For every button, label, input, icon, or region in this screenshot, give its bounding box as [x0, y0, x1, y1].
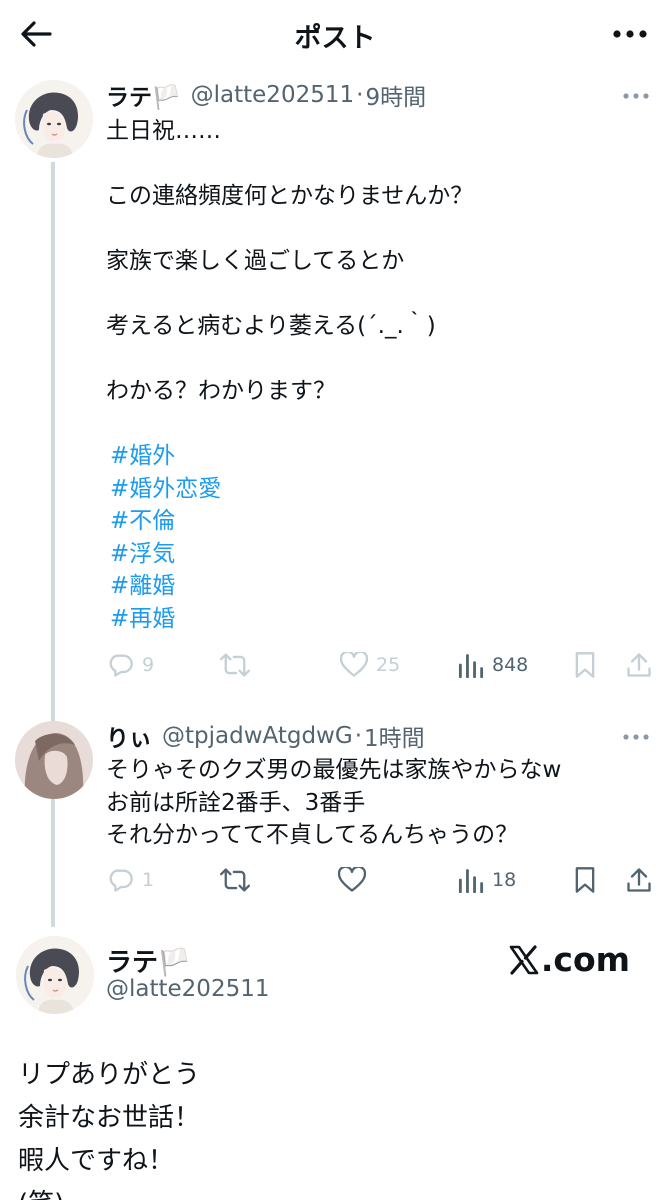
thread-line: [51, 162, 55, 927]
retweet-icon: [220, 868, 250, 892]
tweet-menu-button[interactable]: [618, 727, 654, 747]
tweet-line: わかる？わかります？: [106, 378, 336, 404]
author-handle[interactable]: @tpjadwAtgdwG: [162, 723, 353, 749]
author-name[interactable]: りぃ: [106, 719, 152, 753]
hashtag-link[interactable]: #婚外恋愛: [106, 473, 646, 506]
tweet-line: そりゃそのクズ男の最優先は家族やからなw: [106, 757, 562, 783]
retweet-button[interactable]: [220, 862, 250, 898]
reply-count: 9: [142, 654, 155, 676]
avatar[interactable]: [15, 80, 93, 158]
tweet-line: この連絡頻度何とかなりませんか？: [106, 183, 474, 209]
site-label: .com: [540, 940, 630, 979]
views-icon: [458, 654, 484, 678]
tweet-actions: 9 25 848: [106, 647, 652, 683]
separator: ·: [354, 723, 363, 749]
more-options-button[interactable]: [612, 24, 648, 44]
x-com-watermark: .com: [509, 940, 630, 979]
retweet-icon: [220, 653, 250, 677]
avatar-photo-icon: [15, 721, 93, 799]
share-button[interactable]: [626, 862, 652, 898]
author-handle[interactable]: @latte202511: [191, 82, 354, 108]
tweet-actions: 1 18: [106, 862, 652, 898]
separator: ·: [356, 82, 364, 108]
tweet-line: 家族で楽しく過ごしてるとか: [106, 248, 405, 274]
x-logo-icon: [509, 944, 539, 975]
retweet-button[interactable]: [220, 647, 250, 683]
avatar[interactable]: [15, 721, 93, 799]
avatar[interactable]: [16, 936, 94, 1014]
more-icon: [613, 30, 647, 38]
post-line: (笑): [18, 1183, 200, 1200]
hashtag-link[interactable]: #浮気: [106, 538, 646, 571]
reply-icon: [109, 869, 133, 892]
author-handle[interactable]: @latte202511: [106, 976, 269, 1002]
bookmark-icon: [575, 652, 595, 678]
reply-button[interactable]: 9: [106, 647, 154, 683]
author-name[interactable]: ラテ🏳️: [106, 942, 190, 979]
reply-button[interactable]: 1: [106, 862, 154, 898]
avatar-illustration-icon: [15, 80, 93, 158]
like-icon: [340, 652, 368, 677]
views-button[interactable]: 848: [458, 647, 528, 683]
views-button[interactable]: 18: [458, 862, 516, 898]
tweet-line: それ分かってて不貞してるんちゃうの？: [106, 822, 519, 848]
tweet-menu-button[interactable]: [618, 86, 654, 106]
bookmark-button[interactable]: [574, 862, 596, 898]
bookmark-icon: [575, 867, 595, 893]
post-line: 余計なお世話！: [18, 1103, 201, 1133]
tweet-text: 土日祝…… この連絡頻度何とかなりませんか？ 家族で楽しく過ごしてるとか 考える…: [106, 115, 646, 635]
post-line: リプありがとう: [18, 1060, 201, 1090]
share-icon: [627, 653, 651, 677]
reply-icon: [109, 654, 133, 677]
share-button[interactable]: [626, 647, 652, 683]
top-bar: ポスト: [0, 0, 670, 66]
more-icon: [623, 93, 649, 99]
hashtag-link[interactable]: #再婚: [106, 603, 646, 636]
like-button[interactable]: 25: [340, 647, 400, 683]
timestamp[interactable]: 9時間: [365, 78, 426, 112]
hashtag-link[interactable]: #不倫: [106, 505, 646, 538]
post-line: 暇人ですね！: [18, 1146, 175, 1176]
post-text: リプありがとう 余計なお世話！ 暇人ですね！ (笑): [18, 1054, 200, 1200]
hashtag-link[interactable]: #離婚: [106, 570, 646, 603]
timestamp[interactable]: 1時間: [364, 719, 425, 753]
more-icon: [623, 734, 649, 740]
reply-count: 1: [142, 869, 155, 891]
tweet-header: りぃ @tpjadwAtgdwG · 1時間: [106, 719, 425, 753]
bookmark-button[interactable]: [574, 647, 596, 683]
like-count: 25: [376, 654, 401, 676]
author-name[interactable]: ラテ🏳️: [106, 78, 181, 112]
avatar-illustration-icon: [16, 936, 94, 1014]
like-button[interactable]: [338, 862, 366, 898]
views-count: 848: [492, 654, 529, 676]
hashtag-link[interactable]: #婚外: [106, 440, 646, 473]
tweet-line: お前は所詮2番手、3番手: [106, 789, 366, 816]
page-title: ポスト: [294, 23, 376, 54]
views-count: 18: [492, 869, 517, 891]
tweet-text: そりゃそのクズ男の最優先は家族やからなw お前は所詮2番手、3番手 それ分かって…: [106, 754, 646, 852]
views-icon: [458, 869, 484, 893]
tweet-line: 考えると病むより萎える(´._.｀): [106, 313, 436, 339]
tweet-header: ラテ🏳️ @latte202511 · 9時間: [106, 78, 426, 112]
like-icon: [338, 867, 366, 892]
tweet-line: 土日祝……: [106, 118, 221, 144]
share-icon: [627, 868, 651, 892]
